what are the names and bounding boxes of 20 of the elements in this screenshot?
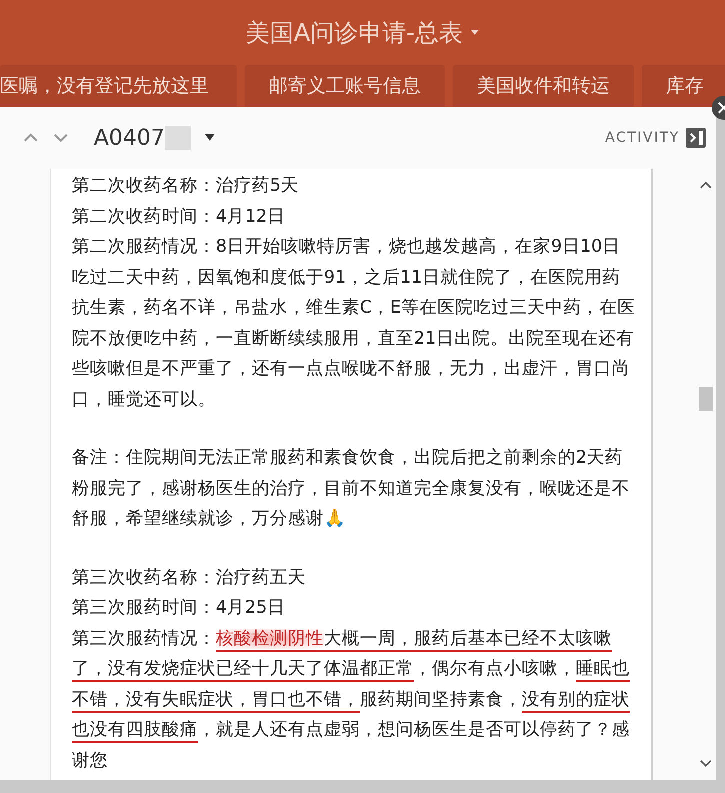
activity-button[interactable]: ACTIVITY	[605, 128, 706, 148]
scroll-down-icon[interactable]	[700, 760, 712, 768]
table-tab[interactable]: 邮寄义工账号信息	[245, 65, 445, 107]
note-text: 第三次服药情况：核酸检测阴性大概一周，服药后基本已经不太咳嗽了，没有发烧症状已经十几天了体温都正常，偶尔有点小咳嗽，睡眠也不错，没有失眠症状，胃口也不错，服药期间坚持素食，没有别的症状也没有四肢酸痛，就是人还有点虚弱，想问杨医生是否可以停药了？感谢您	[72, 628, 631, 772]
note-text: 第二次收药时间：4月12日	[72, 206, 286, 228]
panel-toggle-icon[interactable]	[686, 128, 706, 148]
scroll-thumb[interactable]	[699, 387, 713, 411]
sheet-title[interactable]: 美国A问诊申请-总表	[246, 16, 464, 48]
note-text: 第二次服药情况：8日开始咳嗽特厉害，烧也越发越高，在家9日10日吃过二天中药，因氧饱和度低于91，之后11日就住院了，在医院用药抗生素，药名不详，吊盐水，维生素C，E等在医院吃过三天中药，在医院不放便吃中药，一直断断续续服用，直至21日出院。出院至现在还有些咳嗽但是不严重了，还有一点点喉咙不舒服，无力，出虚汗，胃口尚口，睡觉还可以。	[72, 236, 636, 412]
record-id: A0407	[94, 126, 166, 150]
note-text: 第三次服药时间：4月25日	[72, 597, 286, 620]
redacted-block	[165, 126, 192, 150]
table-tab[interactable]: 美国收件和转运	[453, 65, 634, 107]
scroll-up-icon[interactable]	[700, 181, 712, 189]
note-text: 备注：住院期间无法正常服药和素食饮食，出院后把之前剩余的2天药粉服完了，感谢杨医生的治疗，目前不知道完全康复没有，喉咙还是不舒服，希望继续就诊，万分感谢🙏	[72, 447, 631, 531]
note-text: 第二次收药名称：治疗药5天	[72, 175, 300, 198]
dropdown-caret-icon[interactable]	[205, 134, 216, 142]
table-tab[interactable]: 库存	[642, 65, 725, 107]
table-tab[interactable]: 医嘱，没有登记先放这里	[0, 65, 237, 107]
note-text: 第三次收药名称：治疗药五天	[72, 566, 307, 590]
